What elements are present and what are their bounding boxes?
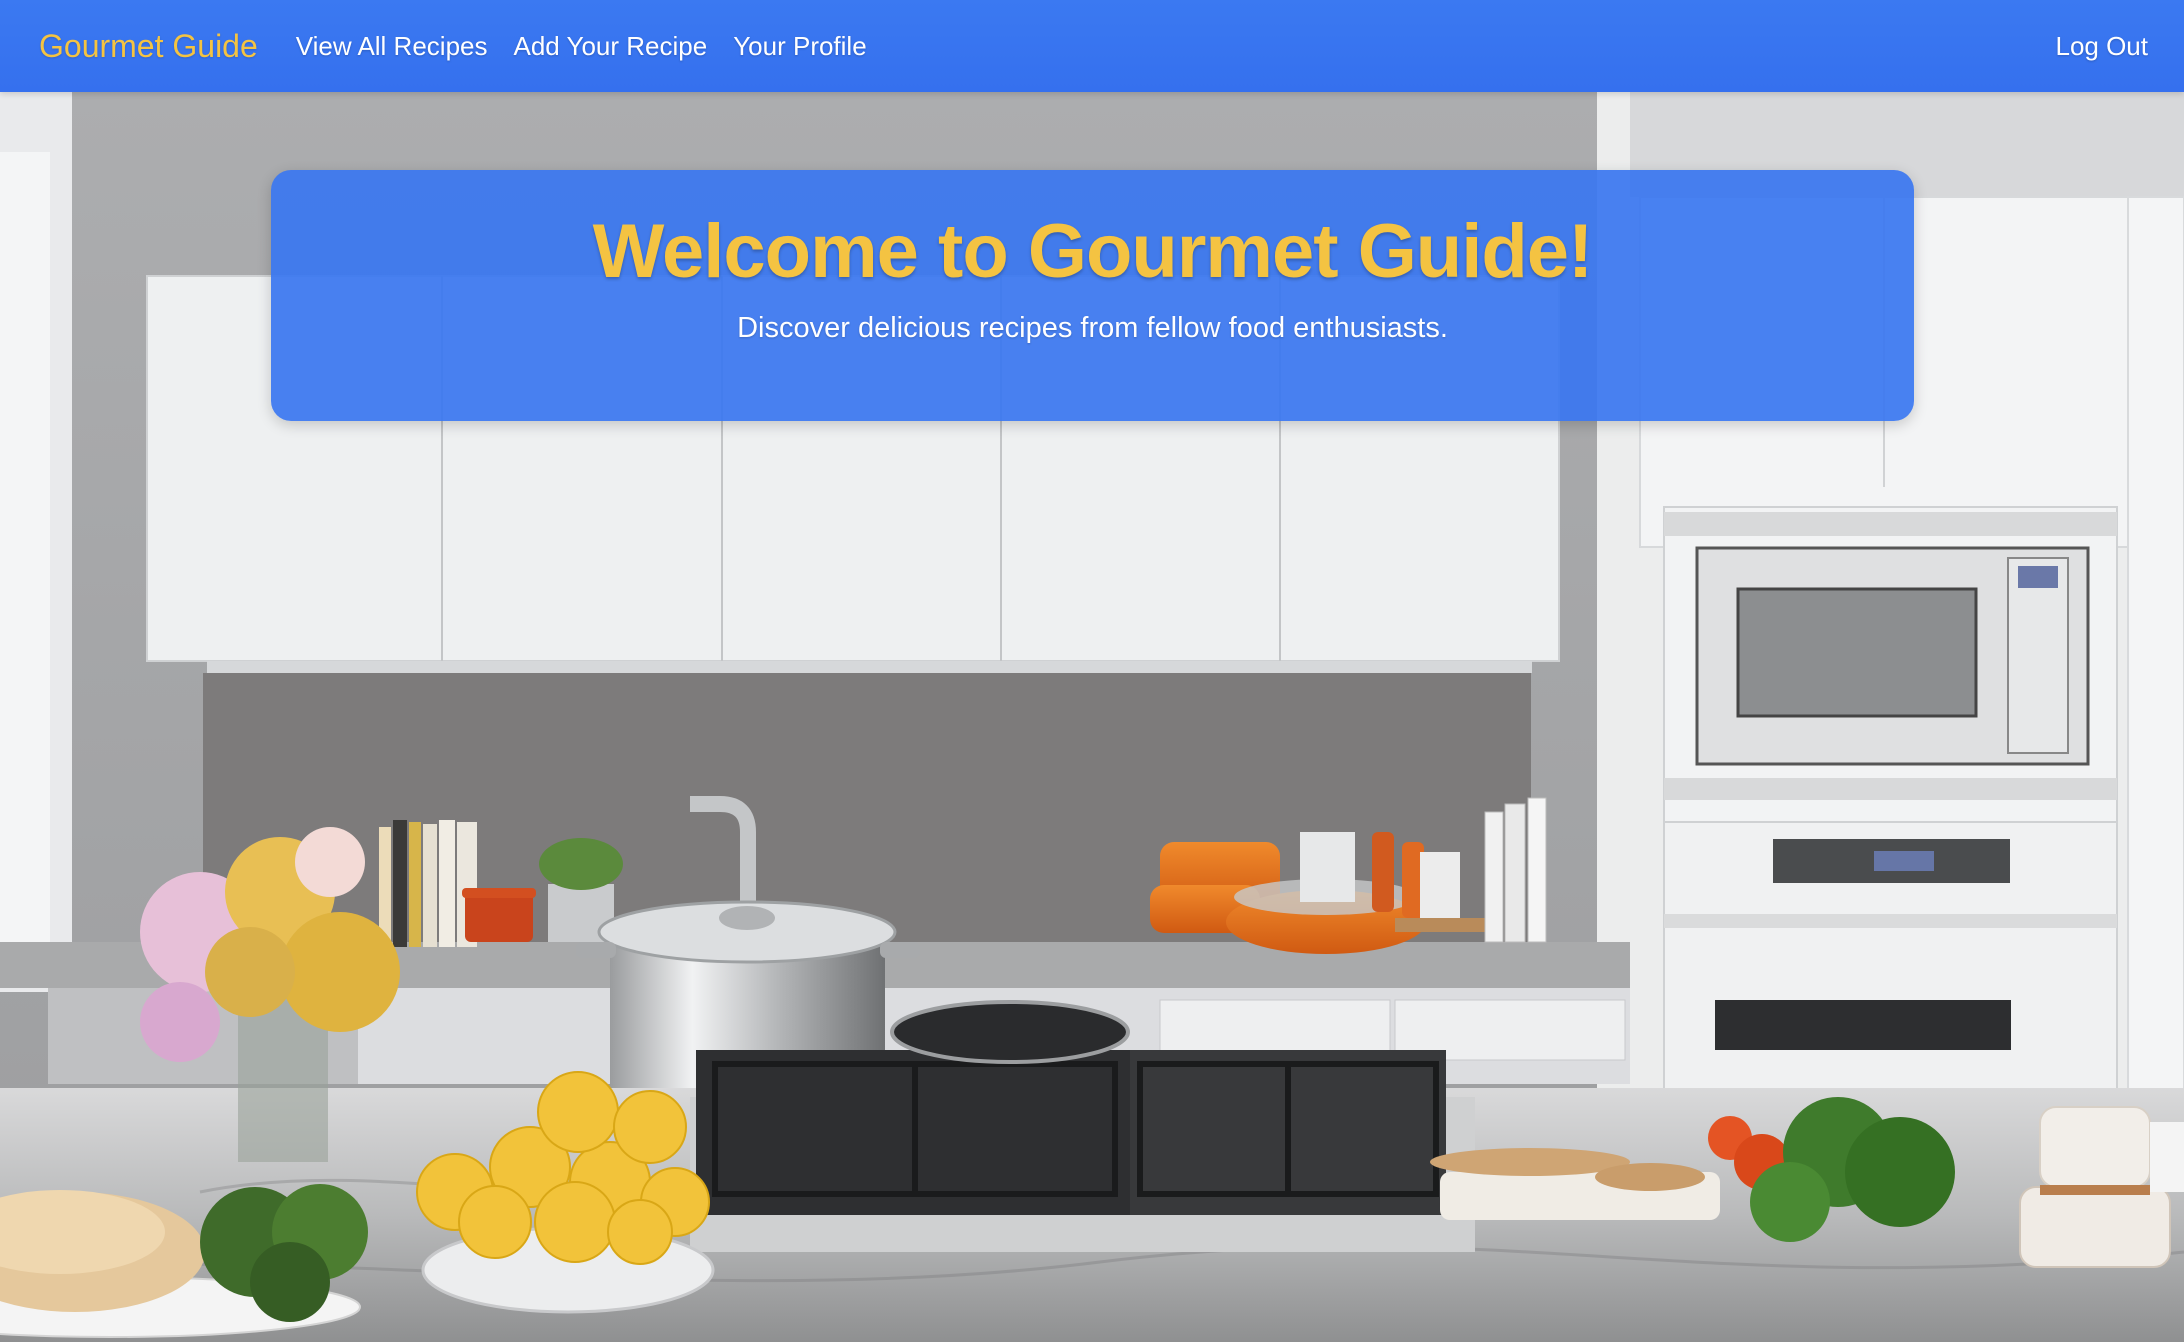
nav-add-your-recipe[interactable]: Add Your Recipe — [514, 31, 708, 62]
welcome-subtitle: Discover delicious recipes from fellow f… — [737, 311, 1448, 344]
top-navbar: Gourmet Guide View All Recipes Add Your … — [0, 0, 2184, 92]
welcome-title: Welcome to Gourmet Guide! — [592, 209, 1594, 294]
logout-link[interactable]: Log Out — [2055, 31, 2148, 62]
brand-logo-link[interactable]: Gourmet Guide — [39, 28, 258, 65]
nav-links: View All Recipes Add Your Recipe Your Pr… — [296, 31, 893, 62]
welcome-banner: Welcome to Gourmet Guide! Discover delic… — [271, 170, 1914, 421]
nav-your-profile[interactable]: Your Profile — [733, 31, 866, 62]
nav-view-all-recipes[interactable]: View All Recipes — [296, 31, 488, 62]
